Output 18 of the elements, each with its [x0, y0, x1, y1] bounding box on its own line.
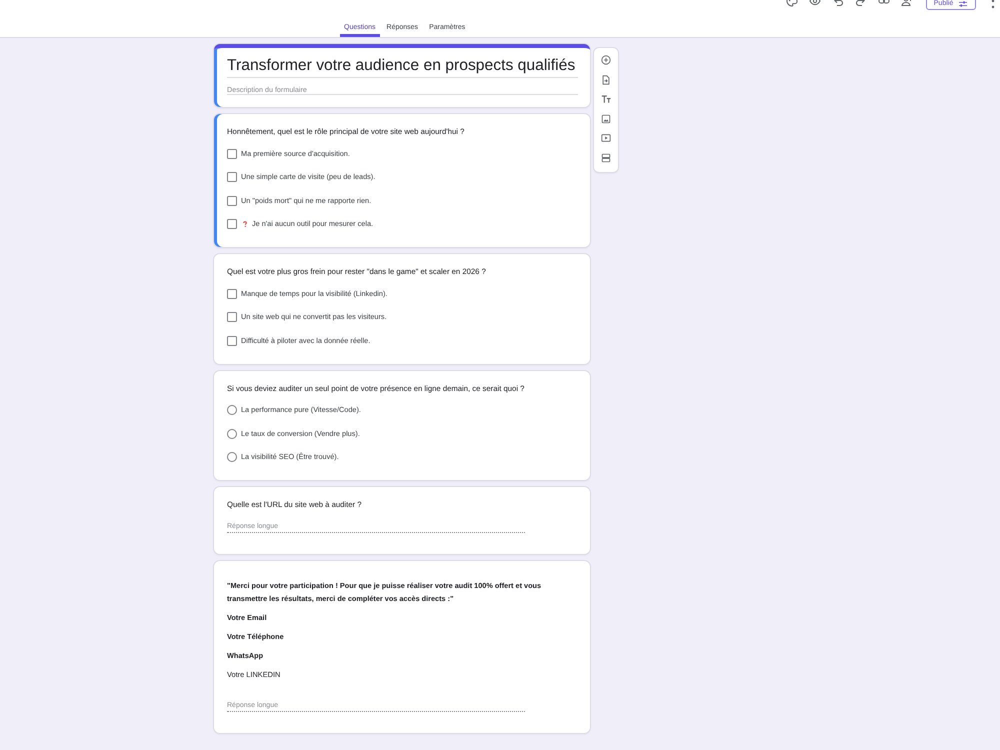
checkbox[interactable]	[227, 219, 237, 229]
checkbox[interactable]	[227, 172, 237, 182]
import-file-icon[interactable]	[601, 74, 611, 85]
checkbox[interactable]	[227, 312, 237, 322]
image-icon[interactable]	[601, 114, 611, 124]
checkbox[interactable]	[227, 148, 237, 158]
radio-button[interactable]	[227, 428, 237, 438]
section-icon[interactable]	[601, 152, 611, 163]
checkbox[interactable]	[227, 336, 237, 346]
video-icon[interactable]	[601, 133, 611, 144]
checkbox[interactable]	[227, 288, 237, 298]
radio-button[interactable]	[227, 452, 237, 462]
checkbox[interactable]	[227, 196, 237, 206]
add-circle-icon[interactable]	[601, 55, 611, 65]
radio-button[interactable]	[227, 405, 237, 415]
text-size-icon[interactable]	[601, 94, 611, 104]
form-title-field[interactable]: Transformer votre audience en prospects qualifiés	[227, 56, 578, 78]
sliders-icon	[958, 0, 968, 8]
